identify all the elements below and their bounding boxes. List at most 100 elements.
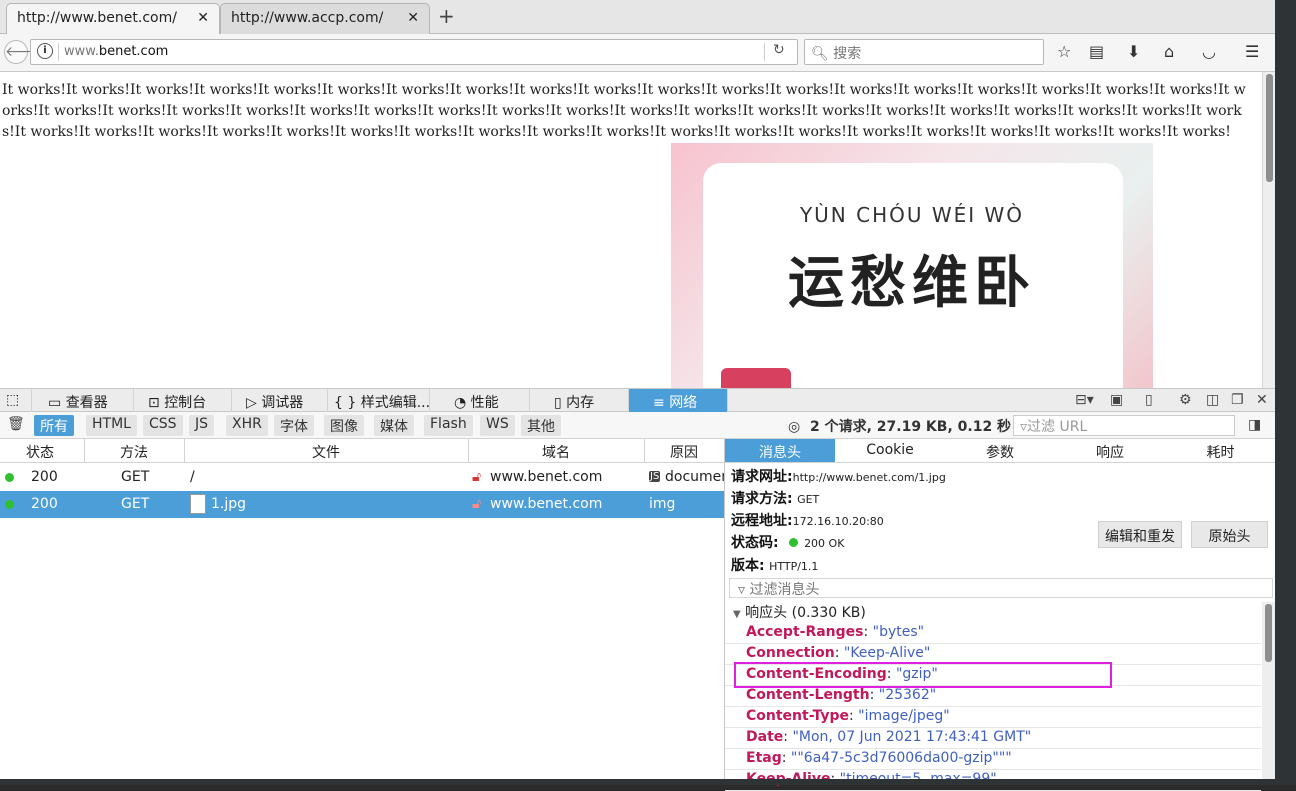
back-button[interactable]: 🡐: [4, 40, 43, 64]
responsive-mode-icon[interactable]: ▯: [1145, 392, 1153, 408]
split-console-icon[interactable]: ▣: [1110, 392, 1123, 408]
header-filter-input[interactable]: ▿ 过滤消息头: [729, 578, 1273, 598]
tab-performance[interactable]: ◔ 性能: [430, 389, 530, 412]
filter-js[interactable]: JS: [189, 415, 215, 436]
inspector-icon: ▭: [48, 395, 62, 411]
performance-icon: ◔: [454, 395, 467, 411]
reload-icon[interactable]: ↻: [773, 42, 785, 58]
insecure-lock-icon: 🔓︎: [472, 496, 482, 512]
download-icon[interactable]: ⬇: [1127, 42, 1140, 61]
console-icon: ⊡: [148, 395, 160, 411]
column-status[interactable]: 状态: [0, 442, 80, 462]
filter-all[interactable]: 所有: [34, 415, 74, 436]
memory-icon: ▯: [554, 395, 562, 411]
menu-icon[interactable]: ☰: [1245, 42, 1259, 61]
header-row[interactable]: Accept-Ranges: "bytes": [725, 623, 1261, 644]
library-icon[interactable]: ▤: [1089, 42, 1104, 61]
filter-xhr[interactable]: XHR: [226, 415, 268, 436]
browser-window: http://www.benet.com/ ✕ http://www.accp.…: [0, 0, 1276, 791]
dock-side-icon[interactable]: ◫: [1206, 392, 1219, 408]
divider: [58, 43, 59, 61]
row-domain: www.benet.com: [490, 496, 603, 512]
tab-benet[interactable]: http://www.benet.com/ ✕: [6, 3, 220, 34]
tab-response[interactable]: 响应: [1055, 439, 1165, 463]
filter-ws[interactable]: WS: [480, 415, 515, 436]
tab-memory[interactable]: ▯ 内存: [530, 389, 629, 412]
tab-style-editor[interactable]: { } 样式编辑...: [328, 389, 430, 412]
poster-image: YÙN CHÓU WÉI WÒ 运愁维卧: [671, 143, 1153, 388]
js-badge-icon: JS: [649, 471, 661, 482]
raw-headers-button[interactable]: 原始头: [1191, 521, 1268, 548]
navigation-bar: 🡐 i www.benet.com ↻ 🔍︎ 搜索 ☆ ▤ ⬇ ⌂ ◡ ☰: [0, 34, 1275, 72]
pocket-icon[interactable]: ◡: [1202, 42, 1216, 61]
tab-params[interactable]: 参数: [945, 439, 1055, 463]
filter-funnel-icon: ▿: [738, 582, 750, 598]
element-picker-icon[interactable]: ⬚: [0, 389, 32, 412]
devtools-toolbar: ⬚ ▭ 查看器 ⊡ 控制台 ▷ 调试器 { } 样式编辑... ◔ 性能 ▯ 内…: [0, 388, 1275, 412]
filter-images[interactable]: 图像: [324, 415, 364, 436]
bookmark-star-icon[interactable]: ☆: [1057, 42, 1071, 61]
column-domain[interactable]: 域名: [468, 442, 644, 462]
search-icon: 🔍︎: [811, 46, 829, 62]
new-tab-button[interactable]: +: [438, 4, 455, 28]
page-content: It works!It works!It works!It works!It w…: [0, 72, 1262, 388]
header-row[interactable]: Date: "Mon, 07 Jun 2021 17:43:41 GMT": [725, 728, 1261, 749]
filter-other[interactable]: 其他: [521, 415, 561, 436]
close-devtools-icon[interactable]: ✕: [1256, 392, 1268, 408]
settings-gear-icon[interactable]: ⚙: [1179, 392, 1192, 408]
table-row[interactable]: 200 GET 1.jpg 🔓︎ www.benet.com img: [0, 491, 724, 518]
filter-flash[interactable]: Flash: [424, 415, 473, 436]
table-row[interactable]: 200 GET / 🔓︎ www.benet.com JS documen: [0, 464, 730, 491]
row-status: 200: [31, 469, 58, 485]
info-icon[interactable]: i: [37, 43, 53, 59]
filter-css[interactable]: CSS: [143, 415, 183, 436]
column-cause[interactable]: 原因: [644, 442, 724, 462]
search-input[interactable]: 🔍︎ 搜索: [804, 39, 1044, 65]
toggle-sidebar-icon[interactable]: ◨: [1248, 417, 1261, 433]
filter-media[interactable]: 媒体: [374, 415, 414, 436]
header-row[interactable]: Content-Length: "25362": [725, 686, 1261, 707]
header-row[interactable]: Content-Type: "image/jpeg": [725, 707, 1261, 728]
layout-dropdown-icon[interactable]: ⊟▾: [1075, 392, 1094, 408]
search-placeholder: 搜索: [833, 46, 862, 62]
tab-console[interactable]: ⊡ 控制台: [134, 389, 232, 412]
close-tab-icon[interactable]: ✕: [197, 10, 209, 26]
row-file: 1.jpg: [211, 496, 247, 512]
row-cause: img: [649, 496, 676, 512]
performance-analysis-icon[interactable]: ◎: [788, 419, 800, 435]
filter-funnel-icon: ▿: [1020, 419, 1028, 435]
filter-fonts[interactable]: 字体: [274, 415, 314, 436]
image-thumbnail-icon: [190, 494, 206, 514]
network-icon: ≡: [653, 395, 665, 411]
tab-timings[interactable]: 耗时: [1165, 439, 1276, 463]
clear-trash-icon[interactable]: 🗑: [7, 416, 25, 432]
row-method: GET: [121, 496, 150, 512]
address-bar[interactable]: i www.benet.com ↻: [30, 39, 798, 65]
status-dot: [5, 473, 14, 482]
request-method-row: 请求方法: GET: [731, 491, 820, 507]
tab-headers[interactable]: 消息头: [725, 439, 835, 463]
row-cause: documen: [665, 469, 731, 485]
header-row[interactable]: Etag: ""6a47-5c3d76006da00-gzip""": [725, 749, 1261, 770]
tab-inspector[interactable]: ▭ 查看器: [32, 389, 134, 412]
response-headers-section[interactable]: ▼ 响应头 (0.330 KB): [733, 602, 866, 622]
desktop-bottom-edge: [0, 779, 1296, 785]
tab-accp[interactable]: http://www.accp.com/ ✕: [220, 3, 430, 34]
scrollbar-thumb[interactable]: [1266, 74, 1273, 182]
close-tab-icon[interactable]: ✕: [407, 10, 419, 26]
edit-resend-button[interactable]: 编辑和重发: [1098, 521, 1182, 548]
column-method[interactable]: 方法: [84, 442, 184, 462]
headers-scrollbar[interactable]: [1262, 602, 1275, 779]
tab-debugger[interactable]: ▷ 调试器: [232, 389, 328, 412]
column-file[interactable]: 文件: [184, 442, 468, 462]
request-summary: ◎ 2 个请求, 27.19 KB, 0.12 秒: [788, 419, 1012, 435]
home-icon[interactable]: ⌂: [1164, 42, 1174, 61]
url-filter-input[interactable]: ▿过滤 URL: [1013, 415, 1235, 436]
scrollbar-thumb[interactable]: [1265, 604, 1272, 662]
filter-html[interactable]: HTML: [86, 415, 137, 436]
undock-window-icon[interactable]: ❐: [1231, 392, 1244, 408]
page-scrollbar[interactable]: [1262, 72, 1275, 388]
tab-cookies[interactable]: Cookie: [835, 439, 945, 463]
annotation-highlight-box: [734, 662, 1112, 688]
tab-network[interactable]: ≡ 网络: [629, 389, 728, 412]
